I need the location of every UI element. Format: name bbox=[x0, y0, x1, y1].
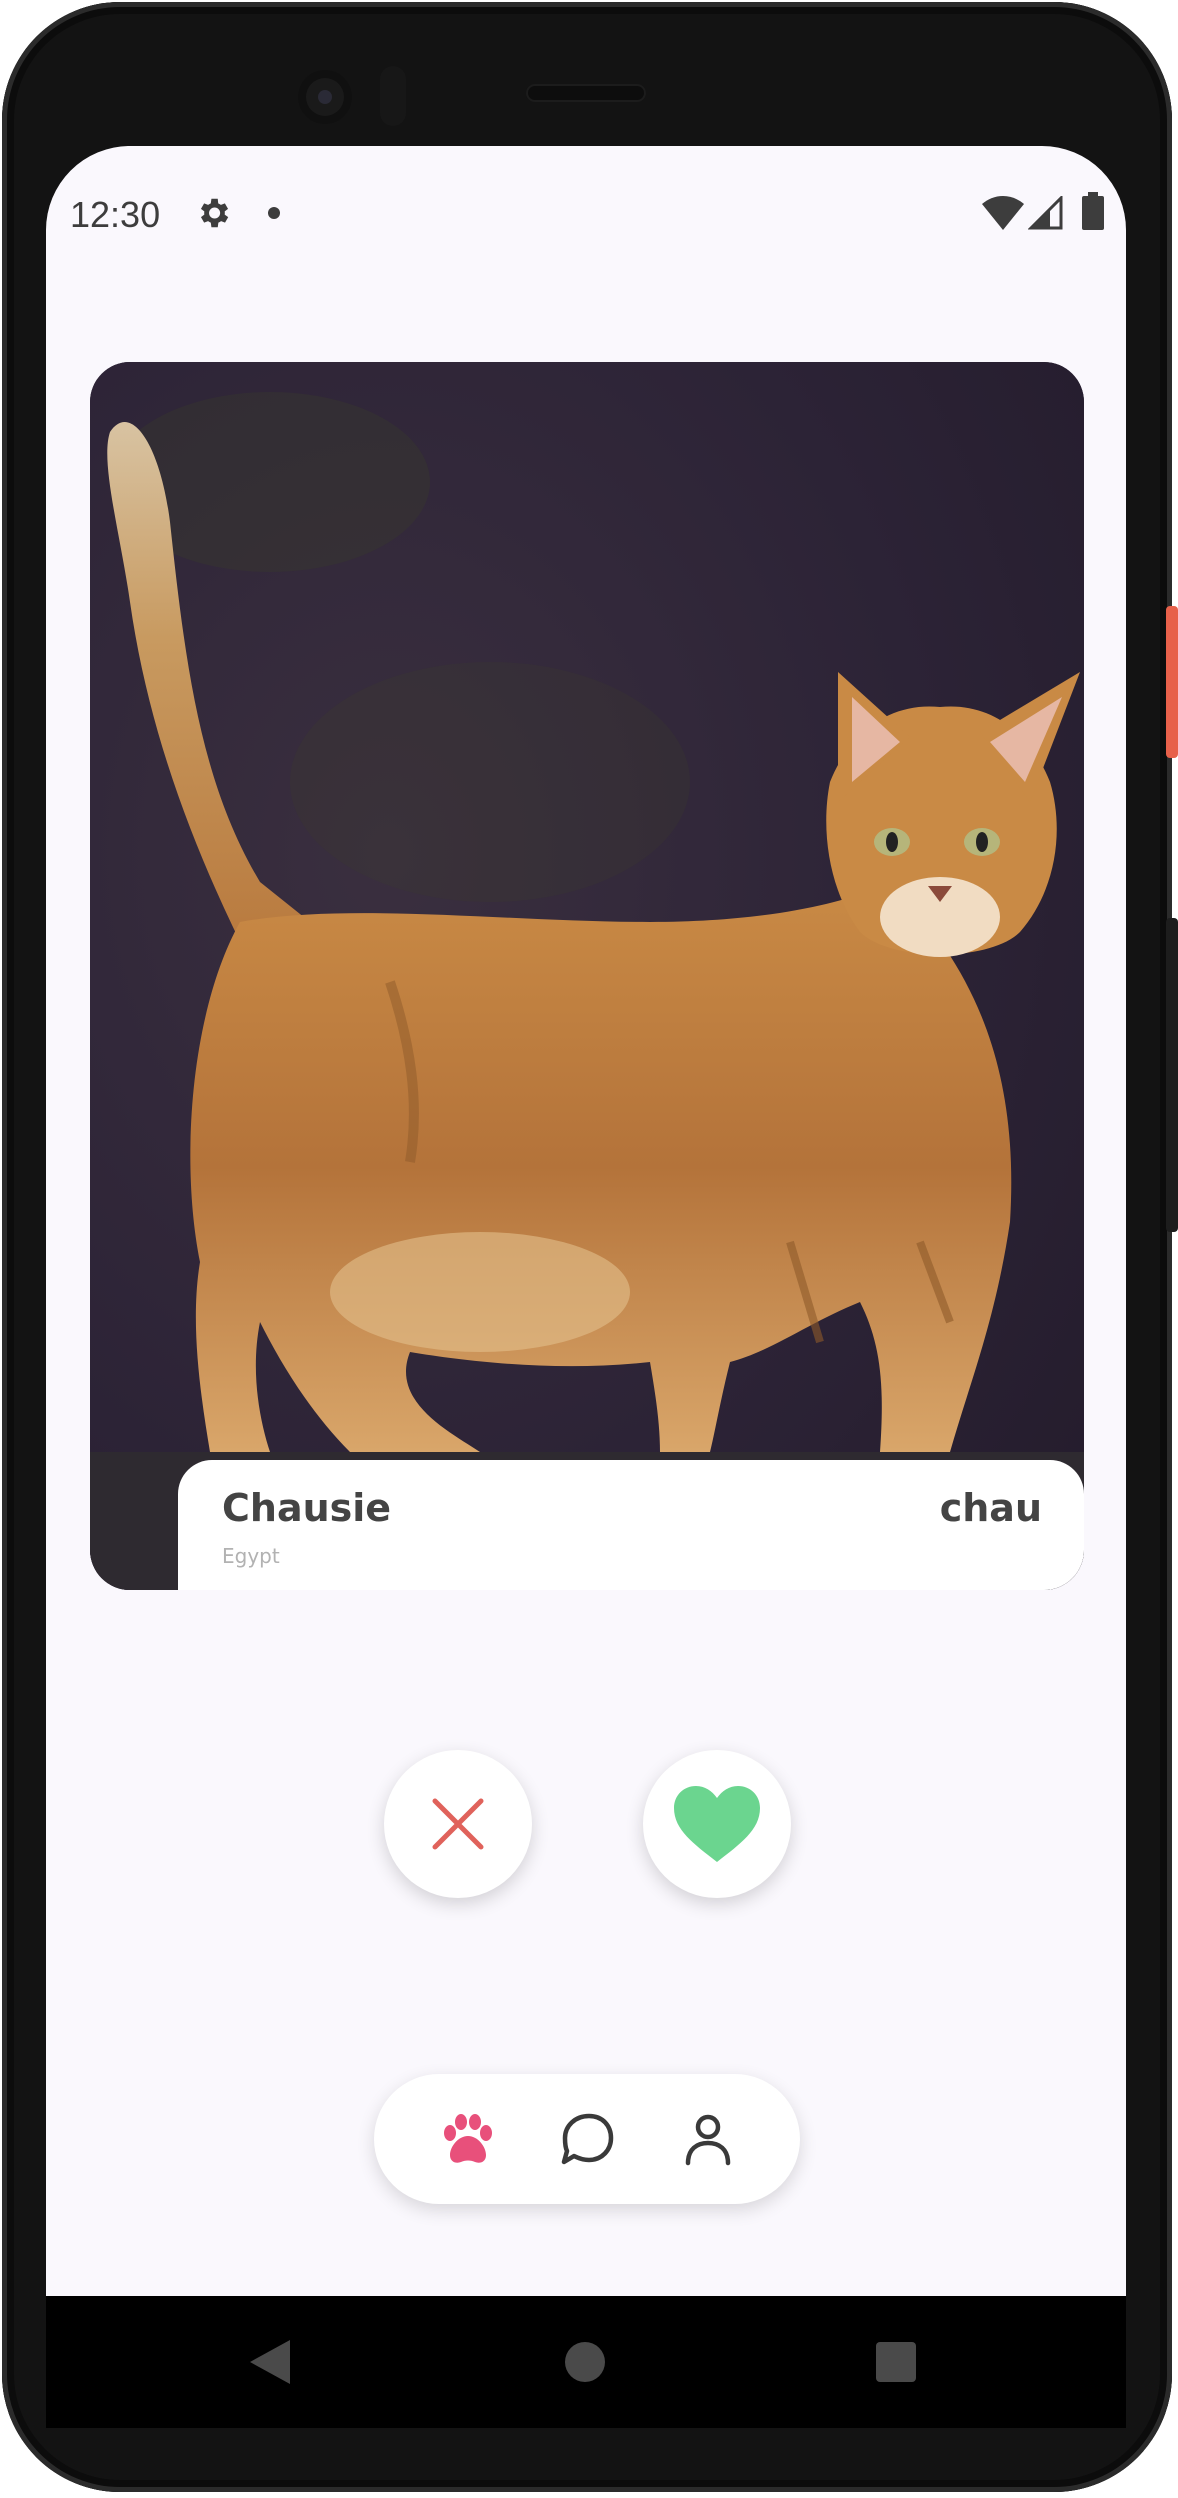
breed-origin: Egypt bbox=[222, 1544, 280, 1568]
home-icon[interactable] bbox=[565, 2342, 605, 2382]
breed-card[interactable]: Chausie Egypt chau bbox=[90, 362, 1084, 1590]
recents-icon[interactable] bbox=[876, 2342, 916, 2382]
paw-icon[interactable] bbox=[440, 2111, 496, 2167]
chat-icon[interactable] bbox=[559, 2111, 615, 2167]
notification-dot-icon bbox=[268, 207, 280, 219]
proximity-sensor bbox=[380, 66, 406, 126]
front-camera bbox=[298, 70, 352, 124]
status-time: 12:30 bbox=[70, 194, 161, 235]
profile-icon[interactable] bbox=[680, 2111, 736, 2167]
back-icon[interactable] bbox=[250, 2340, 290, 2384]
phone-device: 12:30 Chausie Egypt chau bbox=[0, 0, 1178, 2498]
heart-icon bbox=[674, 1786, 760, 1862]
system-navigation-bar bbox=[46, 2296, 1126, 2428]
close-icon bbox=[432, 1798, 484, 1850]
breed-id: chau bbox=[939, 1486, 1042, 1530]
cat-photo bbox=[90, 362, 1084, 1590]
power-button bbox=[1166, 606, 1178, 758]
volume-button bbox=[1166, 918, 1178, 1232]
gear-icon bbox=[200, 198, 229, 228]
breed-info-panel: Chausie Egypt chau bbox=[178, 1460, 1084, 1590]
cell-signal-icon bbox=[1028, 196, 1063, 230]
like-button[interactable] bbox=[643, 1750, 791, 1898]
app-screen: 12:30 Chausie Egypt chau bbox=[46, 146, 1126, 2296]
dislike-button[interactable] bbox=[384, 1750, 532, 1898]
earpiece-speaker bbox=[526, 84, 646, 102]
battery-icon bbox=[1082, 192, 1104, 230]
bottom-navigation bbox=[374, 2074, 800, 2204]
breed-name: Chausie bbox=[222, 1486, 392, 1530]
wifi-icon bbox=[982, 196, 1024, 230]
